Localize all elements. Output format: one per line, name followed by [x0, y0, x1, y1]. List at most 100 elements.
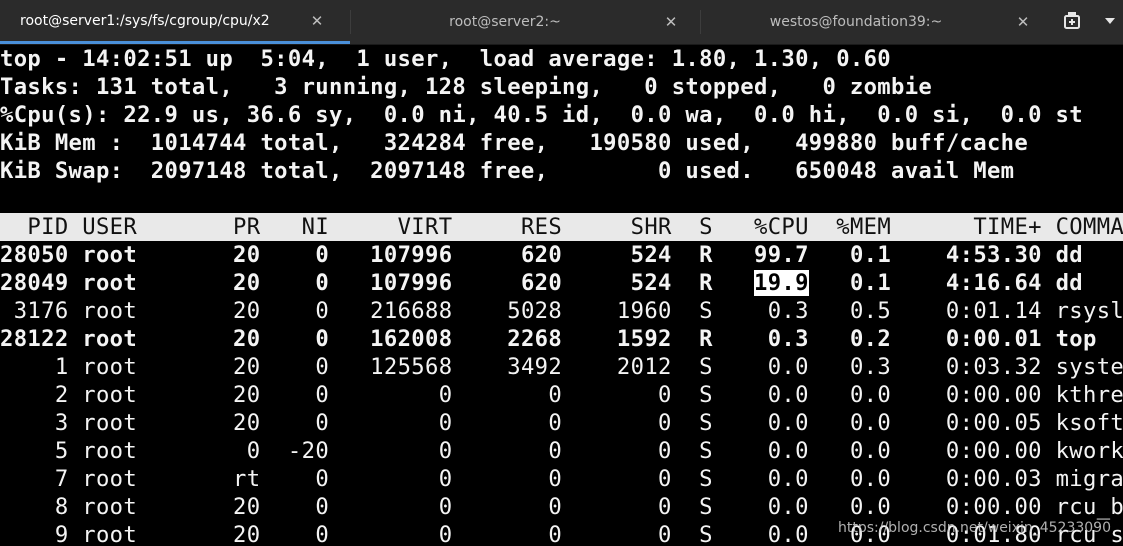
summary-cpu: %Cpu(s): 22.9 us, 36.6 sy, 0.0 ni, 40.5 …	[0, 102, 1083, 128]
column-header: TIME+	[891, 214, 1042, 240]
tab-server2[interactable]: root@server2:~ ✕	[350, 0, 700, 44]
cell-mem: 0.3	[808, 354, 892, 380]
cell-user: root	[68, 242, 206, 268]
cell-pr: 20	[205, 326, 261, 352]
table-row: 7 root rt 0 0 0 0 S 0.0 0.0 0:00.03 migr…	[0, 465, 1123, 493]
close-icon[interactable]: ✕	[1012, 13, 1034, 31]
cell-user: root	[68, 410, 206, 436]
table-row: 3 root 20 0 0 0 0 S 0.0 0.0 0:00.05 ksof…	[0, 409, 1123, 437]
cell-mem: 0.0	[808, 438, 892, 464]
cell-res: 5028	[452, 298, 563, 324]
cell-time: 0:03.32	[891, 354, 1042, 380]
chevron-down-icon[interactable]	[1102, 13, 1118, 29]
cell-mem: 0.1	[808, 242, 892, 268]
cell-mem: 0.5	[808, 298, 892, 324]
cell-pr: 20	[205, 270, 261, 296]
cell-res: 0	[452, 522, 563, 546]
cell-cpu: 99.7	[712, 242, 809, 268]
process-table-header: PID USER PR NI VIRT RES SHR S %CPU %MEM …	[0, 213, 1123, 241]
cell-time: 4:16.64	[891, 270, 1042, 296]
cell-cpu: 0.3	[712, 298, 809, 324]
column-header: NI	[260, 214, 330, 240]
cell-ni: -20	[260, 438, 330, 464]
cell-shr: 524	[562, 242, 672, 268]
close-icon[interactable]: ✕	[306, 12, 328, 30]
cell-pr: rt	[205, 466, 261, 492]
cell-virt: 0	[329, 410, 453, 436]
cell-user: root	[68, 270, 206, 296]
cell-time: 4:53.30	[891, 242, 1042, 268]
cell-virt: 162008	[329, 326, 453, 352]
cell-s: S	[671, 410, 713, 436]
cell-user: root	[68, 354, 206, 380]
cell-virt: 0	[329, 466, 453, 492]
cell-res: 0	[452, 410, 563, 436]
new-tab-icon[interactable]	[1058, 8, 1086, 36]
cell-user: root	[68, 466, 206, 492]
cell-shr: 524	[562, 270, 672, 296]
cell-mem: 0.0	[808, 466, 892, 492]
cell-mem: 0.0	[808, 494, 892, 520]
cell-virt: 0	[329, 494, 453, 520]
cell-ni: 0	[260, 522, 330, 546]
cell-pid: 28049	[0, 270, 69, 296]
cell-s: S	[671, 494, 713, 520]
column-header: %MEM	[808, 214, 892, 240]
summary-mem: KiB Mem : 1014744 total, 324284 free, 19…	[0, 130, 1029, 156]
table-row: 8 root 20 0 0 0 0 S 0.0 0.0 0:00.00 rcu_…	[0, 493, 1123, 521]
cell-shr: 0	[562, 466, 672, 492]
cell-cmd: dd	[1055, 270, 1084, 296]
column-header: %CPU	[712, 214, 809, 240]
cell-pr: 20	[205, 382, 261, 408]
column-header: VIRT	[329, 214, 453, 240]
cell-res: 0	[452, 494, 563, 520]
cell-time: 0:00.00	[891, 438, 1042, 464]
cell-user: root	[68, 438, 206, 464]
cell-cmd: kworker/0:+	[1055, 438, 1123, 464]
cell-ni: 0	[260, 382, 330, 408]
cell-shr: 0	[562, 522, 672, 546]
cell-virt: 216688	[329, 298, 453, 324]
column-header: RES	[452, 214, 563, 240]
table-row: 3176 root 20 0 216688 5028 1960 S 0.3 0.…	[0, 297, 1123, 325]
cell-pid: 8	[0, 494, 69, 520]
cell-mem: 0.1	[808, 270, 892, 296]
cell-res: 0	[452, 438, 563, 464]
cell-shr: 0	[562, 438, 672, 464]
tab-bar: root@server1:/sys/fs/cgroup/cpu/x2 ✕ roo…	[0, 0, 1123, 45]
cell-pr: 20	[205, 242, 261, 268]
cell-pr: 20	[205, 410, 261, 436]
summary-uptime: top - 14:02:51 up 5:04, 1 user, load ave…	[0, 46, 892, 72]
tab-foundation39[interactable]: westos@foundation39:~ ✕	[700, 0, 1050, 44]
cell-pr: 20	[205, 354, 261, 380]
cell-cmd: rsyslogd	[1055, 298, 1123, 324]
cell-cpu: 0.0	[712, 494, 809, 520]
cell-res: 620	[452, 270, 563, 296]
cell-time: 0:00.00	[891, 382, 1042, 408]
close-icon[interactable]: ✕	[660, 13, 682, 31]
column-header: USER	[68, 214, 206, 240]
terminal-output[interactable]: top - 14:02:51 up 5:04, 1 user, load ave…	[0, 45, 1123, 546]
column-header: COMMAND	[1055, 214, 1123, 240]
cell-virt: 125568	[329, 354, 453, 380]
tab-title: root@server2:~	[449, 14, 561, 30]
cell-shr: 0	[562, 410, 672, 436]
cell-user: root	[68, 298, 206, 324]
cell-cpu: 0.0	[712, 354, 809, 380]
cell-pr: 20	[205, 494, 261, 520]
cell-cpu: 0.3	[712, 326, 809, 352]
cell-cpu: 0.0	[712, 466, 809, 492]
cell-user: root	[68, 382, 206, 408]
tab-title: root@server1:/sys/fs/cgroup/cpu/x2	[20, 12, 270, 29]
cell-pr: 20	[205, 298, 261, 324]
cell-shr: 2012	[562, 354, 672, 380]
tab-server1[interactable]: root@server1:/sys/fs/cgroup/cpu/x2 ✕	[0, 0, 350, 44]
tab-title: westos@foundation39:~	[769, 14, 943, 30]
table-row: 5 root 0 -20 0 0 0 S 0.0 0.0 0:00.00 kwo…	[0, 437, 1123, 465]
cell-pid: 9	[0, 522, 69, 546]
column-header: SHR	[562, 214, 672, 240]
cell-res: 2268	[452, 326, 563, 352]
table-row: 1 root 20 0 125568 3492 2012 S 0.0 0.3 0…	[0, 353, 1123, 381]
cell-cpu: 0.0	[712, 438, 809, 464]
cell-s: S	[671, 298, 713, 324]
